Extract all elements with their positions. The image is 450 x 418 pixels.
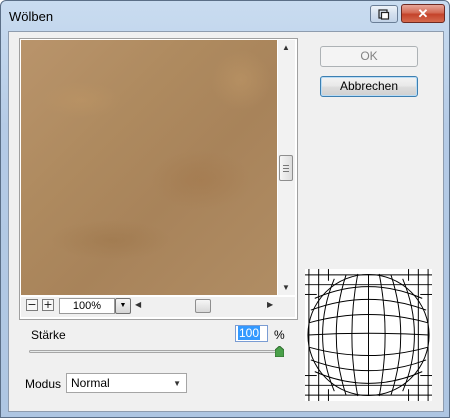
close-button[interactable]: ✕ (401, 4, 445, 23)
preview-image[interactable] (21, 40, 277, 295)
amount-slider-thumb[interactable] (275, 346, 284, 357)
amount-input[interactable]: 100 (235, 325, 268, 342)
dropdown-arrow-icon: ▼ (119, 302, 127, 309)
title-bar[interactable]: Wölben ✕ (1, 1, 449, 31)
zoom-level-field[interactable]: 100% (59, 298, 115, 314)
help-button[interactable] (370, 5, 398, 23)
ok-button[interactable]: OK (320, 46, 418, 67)
preview-zoom-bar: − + 100% ▼ ◀ ▶ (21, 297, 295, 317)
amount-unit: % (274, 328, 285, 342)
vertical-scrollbar[interactable]: ▲ ▼ (278, 40, 295, 295)
help-icon (378, 8, 390, 20)
vertical-scroll-thumb[interactable] (279, 155, 293, 181)
dialog-content: ▲ ▼ − + 100% ▼ ◀ ▶ OK Abbrechen Stärke 1… (8, 31, 444, 412)
amount-value: 100 (238, 326, 261, 340)
scroll-left-icon[interactable]: ◀ (135, 300, 141, 309)
zoom-dropdown-button[interactable]: ▼ (115, 298, 131, 314)
window-title: Wölben (9, 9, 54, 24)
horizontal-scroll-thumb[interactable] (195, 299, 211, 313)
preview-panel: ▲ ▼ − + 100% ▼ ◀ ▶ (19, 38, 298, 320)
dialog-window: Wölben ✕ ▲ ▼ − + 100% ▼ ◀ ▶ OK Abbrechen… (0, 0, 450, 418)
dropdown-arrow-icon: ▼ (173, 379, 181, 388)
mode-selected-value: Normal (71, 376, 110, 390)
cancel-button[interactable]: Abbrechen (320, 76, 418, 97)
scroll-right-icon[interactable]: ▶ (267, 300, 273, 309)
amount-label: Stärke (31, 328, 66, 342)
scroll-up-icon[interactable]: ▲ (282, 43, 290, 52)
zoom-in-button[interactable]: + (42, 299, 54, 311)
horizontal-scrollbar[interactable]: ◀ ▶ (133, 298, 279, 314)
amount-slider-track[interactable] (29, 350, 281, 353)
zoom-out-button[interactable]: − (26, 299, 38, 311)
scroll-down-icon[interactable]: ▼ (282, 283, 290, 292)
mode-label: Modus (25, 377, 62, 391)
close-icon: ✕ (417, 5, 429, 21)
spherize-globe-icon (305, 269, 432, 401)
mode-select[interactable]: Normal ▼ (66, 373, 187, 393)
